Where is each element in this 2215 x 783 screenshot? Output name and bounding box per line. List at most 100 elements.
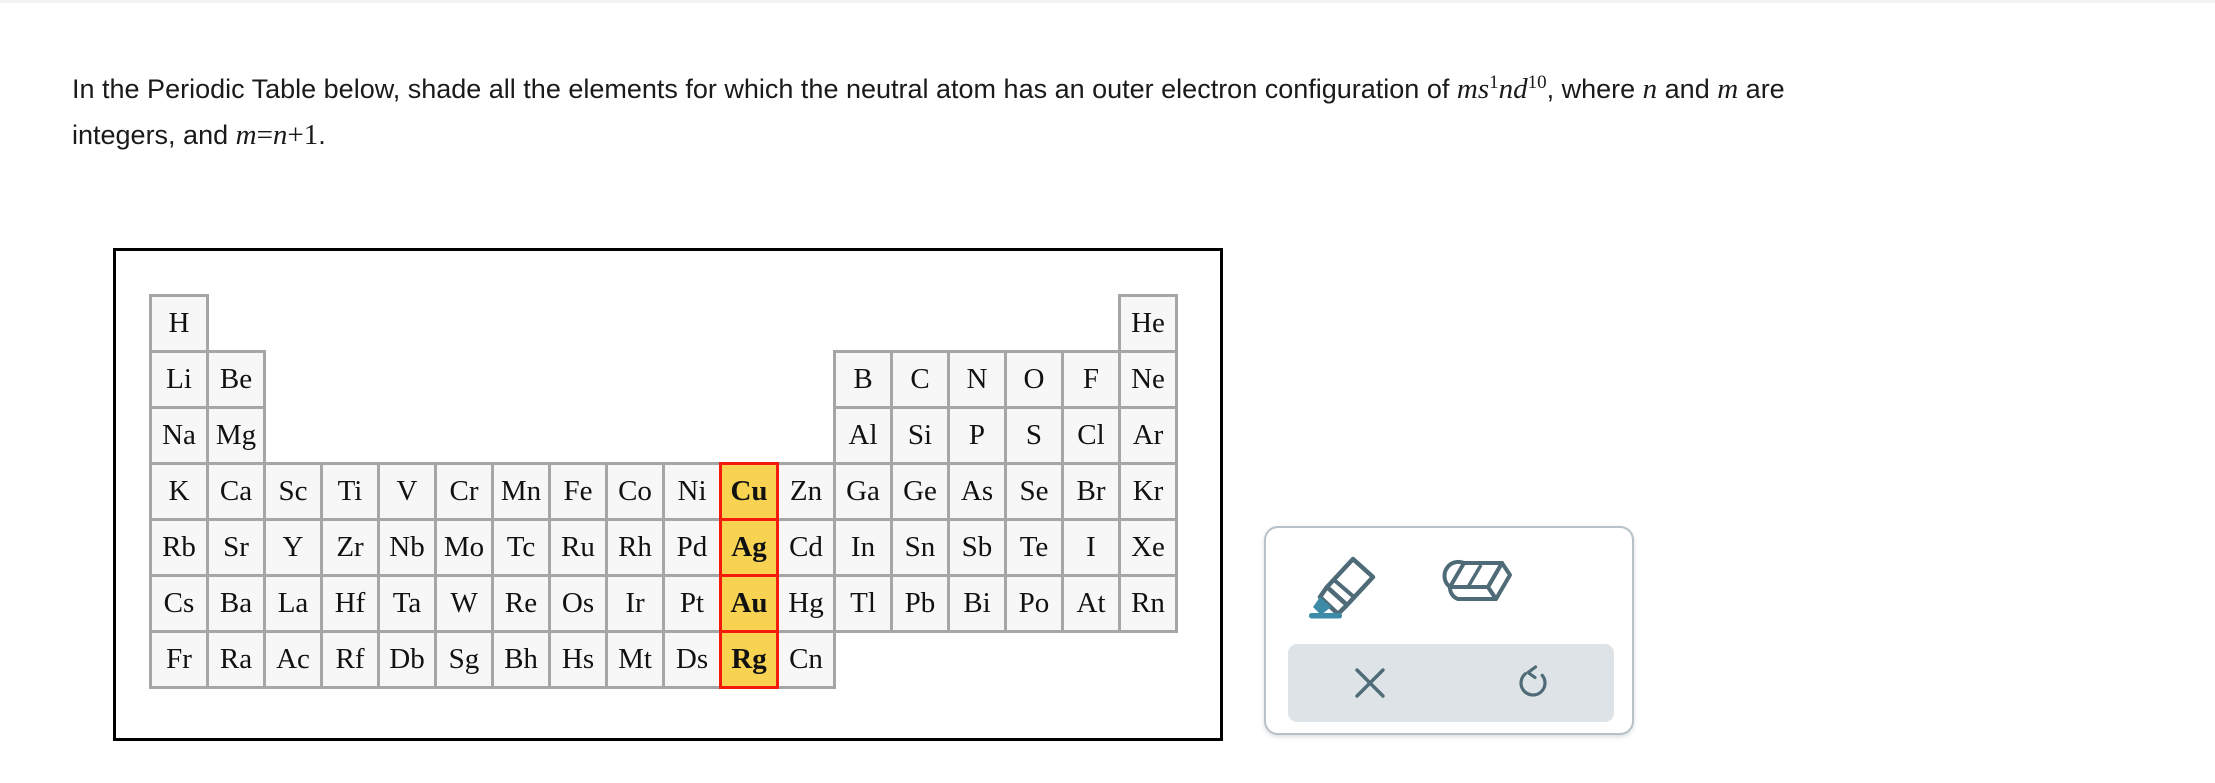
element-cell-bh[interactable]: Bh — [491, 630, 551, 689]
element-cell-ag[interactable]: Ag — [719, 518, 779, 577]
element-cell-i[interactable]: I — [1061, 518, 1121, 577]
element-cell-mt[interactable]: Mt — [605, 630, 665, 689]
undo-button[interactable] — [1451, 644, 1614, 722]
element-cell-cs[interactable]: Cs — [149, 574, 209, 633]
element-cell-o[interactable]: O — [1004, 350, 1064, 409]
element-cell-co[interactable]: Co — [605, 462, 665, 521]
element-cell-cu[interactable]: Cu — [719, 462, 779, 521]
element-cell-p[interactable]: P — [947, 406, 1007, 465]
element-cell-y[interactable]: Y — [263, 518, 323, 577]
equation-one: 1 — [303, 119, 319, 151]
element-cell-sc[interactable]: Sc — [263, 462, 323, 521]
element-cell-pt[interactable]: Pt — [662, 574, 722, 633]
periodic-table-grid[interactable]: H He Li Be B C N O F Ne Na Mg Al Si P S Cl Ar K Ca Sc Ti V Cr Mn… — [149, 294, 1178, 689]
element-cell-os[interactable]: Os — [548, 574, 608, 633]
element-cell-ac[interactable]: Ac — [263, 630, 323, 689]
element-cell-fe[interactable]: Fe — [548, 462, 608, 521]
element-cell-rf[interactable]: Rf — [320, 630, 380, 689]
element-cell-tc[interactable]: Tc — [491, 518, 551, 577]
element-cell-v[interactable]: V — [377, 462, 437, 521]
element-cell-sr[interactable]: Sr — [206, 518, 266, 577]
element-cell-mn[interactable]: Mn — [491, 462, 551, 521]
element-cell-ne[interactable]: Ne — [1118, 350, 1178, 409]
element-cell-at[interactable]: At — [1061, 574, 1121, 633]
element-cell-sg[interactable]: Sg — [434, 630, 494, 689]
element-cell-si[interactable]: Si — [890, 406, 950, 465]
element-cell-s[interactable]: S — [1004, 406, 1064, 465]
element-cell-hs[interactable]: Hs — [548, 630, 608, 689]
element-cell-tl[interactable]: Tl — [833, 574, 893, 633]
element-cell-cl[interactable]: Cl — [1061, 406, 1121, 465]
element-cell-as[interactable]: As — [947, 462, 1007, 521]
element-cell-xe[interactable]: Xe — [1118, 518, 1178, 577]
element-cell-au[interactable]: Au — [719, 574, 779, 633]
element-cell-ir[interactable]: Ir — [605, 574, 665, 633]
eraser-tool-button[interactable] — [1418, 540, 1534, 636]
element-cell-n[interactable]: N — [947, 350, 1007, 409]
element-cell-pb[interactable]: Pb — [890, 574, 950, 633]
element-cell-rg[interactable]: Rg — [719, 630, 779, 689]
element-cell-k[interactable]: K — [149, 462, 209, 521]
element-cell-ds[interactable]: Ds — [662, 630, 722, 689]
element-cell-c[interactable]: C — [890, 350, 950, 409]
periodic-table-empty-slot — [662, 406, 722, 465]
periodic-table-empty-slot — [377, 406, 437, 465]
element-cell-la[interactable]: La — [263, 574, 323, 633]
element-cell-rb[interactable]: Rb — [149, 518, 209, 577]
element-cell-ta[interactable]: Ta — [377, 574, 437, 633]
element-cell-zr[interactable]: Zr — [320, 518, 380, 577]
element-cell-mg[interactable]: Mg — [206, 406, 266, 465]
element-cell-zn[interactable]: Zn — [776, 462, 836, 521]
element-cell-db[interactable]: Db — [377, 630, 437, 689]
element-cell-mo[interactable]: Mo — [434, 518, 494, 577]
element-symbol: Al — [848, 419, 878, 451]
element-cell-bi[interactable]: Bi — [947, 574, 1007, 633]
element-cell-nb[interactable]: Nb — [377, 518, 437, 577]
element-cell-ni[interactable]: Ni — [662, 462, 722, 521]
element-cell-rh[interactable]: Rh — [605, 518, 665, 577]
element-cell-cr[interactable]: Cr — [434, 462, 494, 521]
element-cell-he[interactable]: He — [1118, 294, 1178, 353]
element-cell-ra[interactable]: Ra — [206, 630, 266, 689]
element-cell-h[interactable]: H — [149, 294, 209, 353]
element-cell-li[interactable]: Li — [149, 350, 209, 409]
element-symbol: Rh — [618, 531, 652, 563]
element-cell-po[interactable]: Po — [1004, 574, 1064, 633]
element-cell-cn[interactable]: Cn — [776, 630, 836, 689]
element-cell-cd[interactable]: Cd — [776, 518, 836, 577]
element-cell-re[interactable]: Re — [491, 574, 551, 633]
element-cell-kr[interactable]: Kr — [1118, 462, 1178, 521]
element-cell-na[interactable]: Na — [149, 406, 209, 465]
variable-n: n — [1642, 73, 1658, 105]
clear-annotations-button[interactable] — [1288, 644, 1451, 722]
formula-d: d — [1513, 73, 1528, 105]
element-cell-in[interactable]: In — [833, 518, 893, 577]
element-cell-be[interactable]: Be — [206, 350, 266, 409]
element-cell-hf[interactable]: Hf — [320, 574, 380, 633]
element-cell-b[interactable]: B — [833, 350, 893, 409]
highlighter-tool-button[interactable] — [1288, 540, 1404, 636]
element-cell-rn[interactable]: Rn — [1118, 574, 1178, 633]
element-cell-f[interactable]: F — [1061, 350, 1121, 409]
element-cell-hg[interactable]: Hg — [776, 574, 836, 633]
periodic-table-empty-slot — [605, 406, 665, 465]
element-cell-w[interactable]: W — [434, 574, 494, 633]
element-cell-al[interactable]: Al — [833, 406, 893, 465]
element-cell-se[interactable]: Se — [1004, 462, 1064, 521]
equation-equals-sign: = — [256, 119, 273, 151]
element-cell-sb[interactable]: Sb — [947, 518, 1007, 577]
element-cell-ca[interactable]: Ca — [206, 462, 266, 521]
element-cell-fr[interactable]: Fr — [149, 630, 209, 689]
close-x-icon — [1354, 668, 1385, 698]
periodic-table-empty-slot — [263, 294, 323, 353]
element-cell-ga[interactable]: Ga — [833, 462, 893, 521]
element-cell-ti[interactable]: Ti — [320, 462, 380, 521]
element-cell-ar[interactable]: Ar — [1118, 406, 1178, 465]
element-cell-ba[interactable]: Ba — [206, 574, 266, 633]
element-cell-te[interactable]: Te — [1004, 518, 1064, 577]
element-cell-br[interactable]: Br — [1061, 462, 1121, 521]
element-cell-ru[interactable]: Ru — [548, 518, 608, 577]
element-cell-sn[interactable]: Sn — [890, 518, 950, 577]
element-cell-ge[interactable]: Ge — [890, 462, 950, 521]
element-cell-pd[interactable]: Pd — [662, 518, 722, 577]
